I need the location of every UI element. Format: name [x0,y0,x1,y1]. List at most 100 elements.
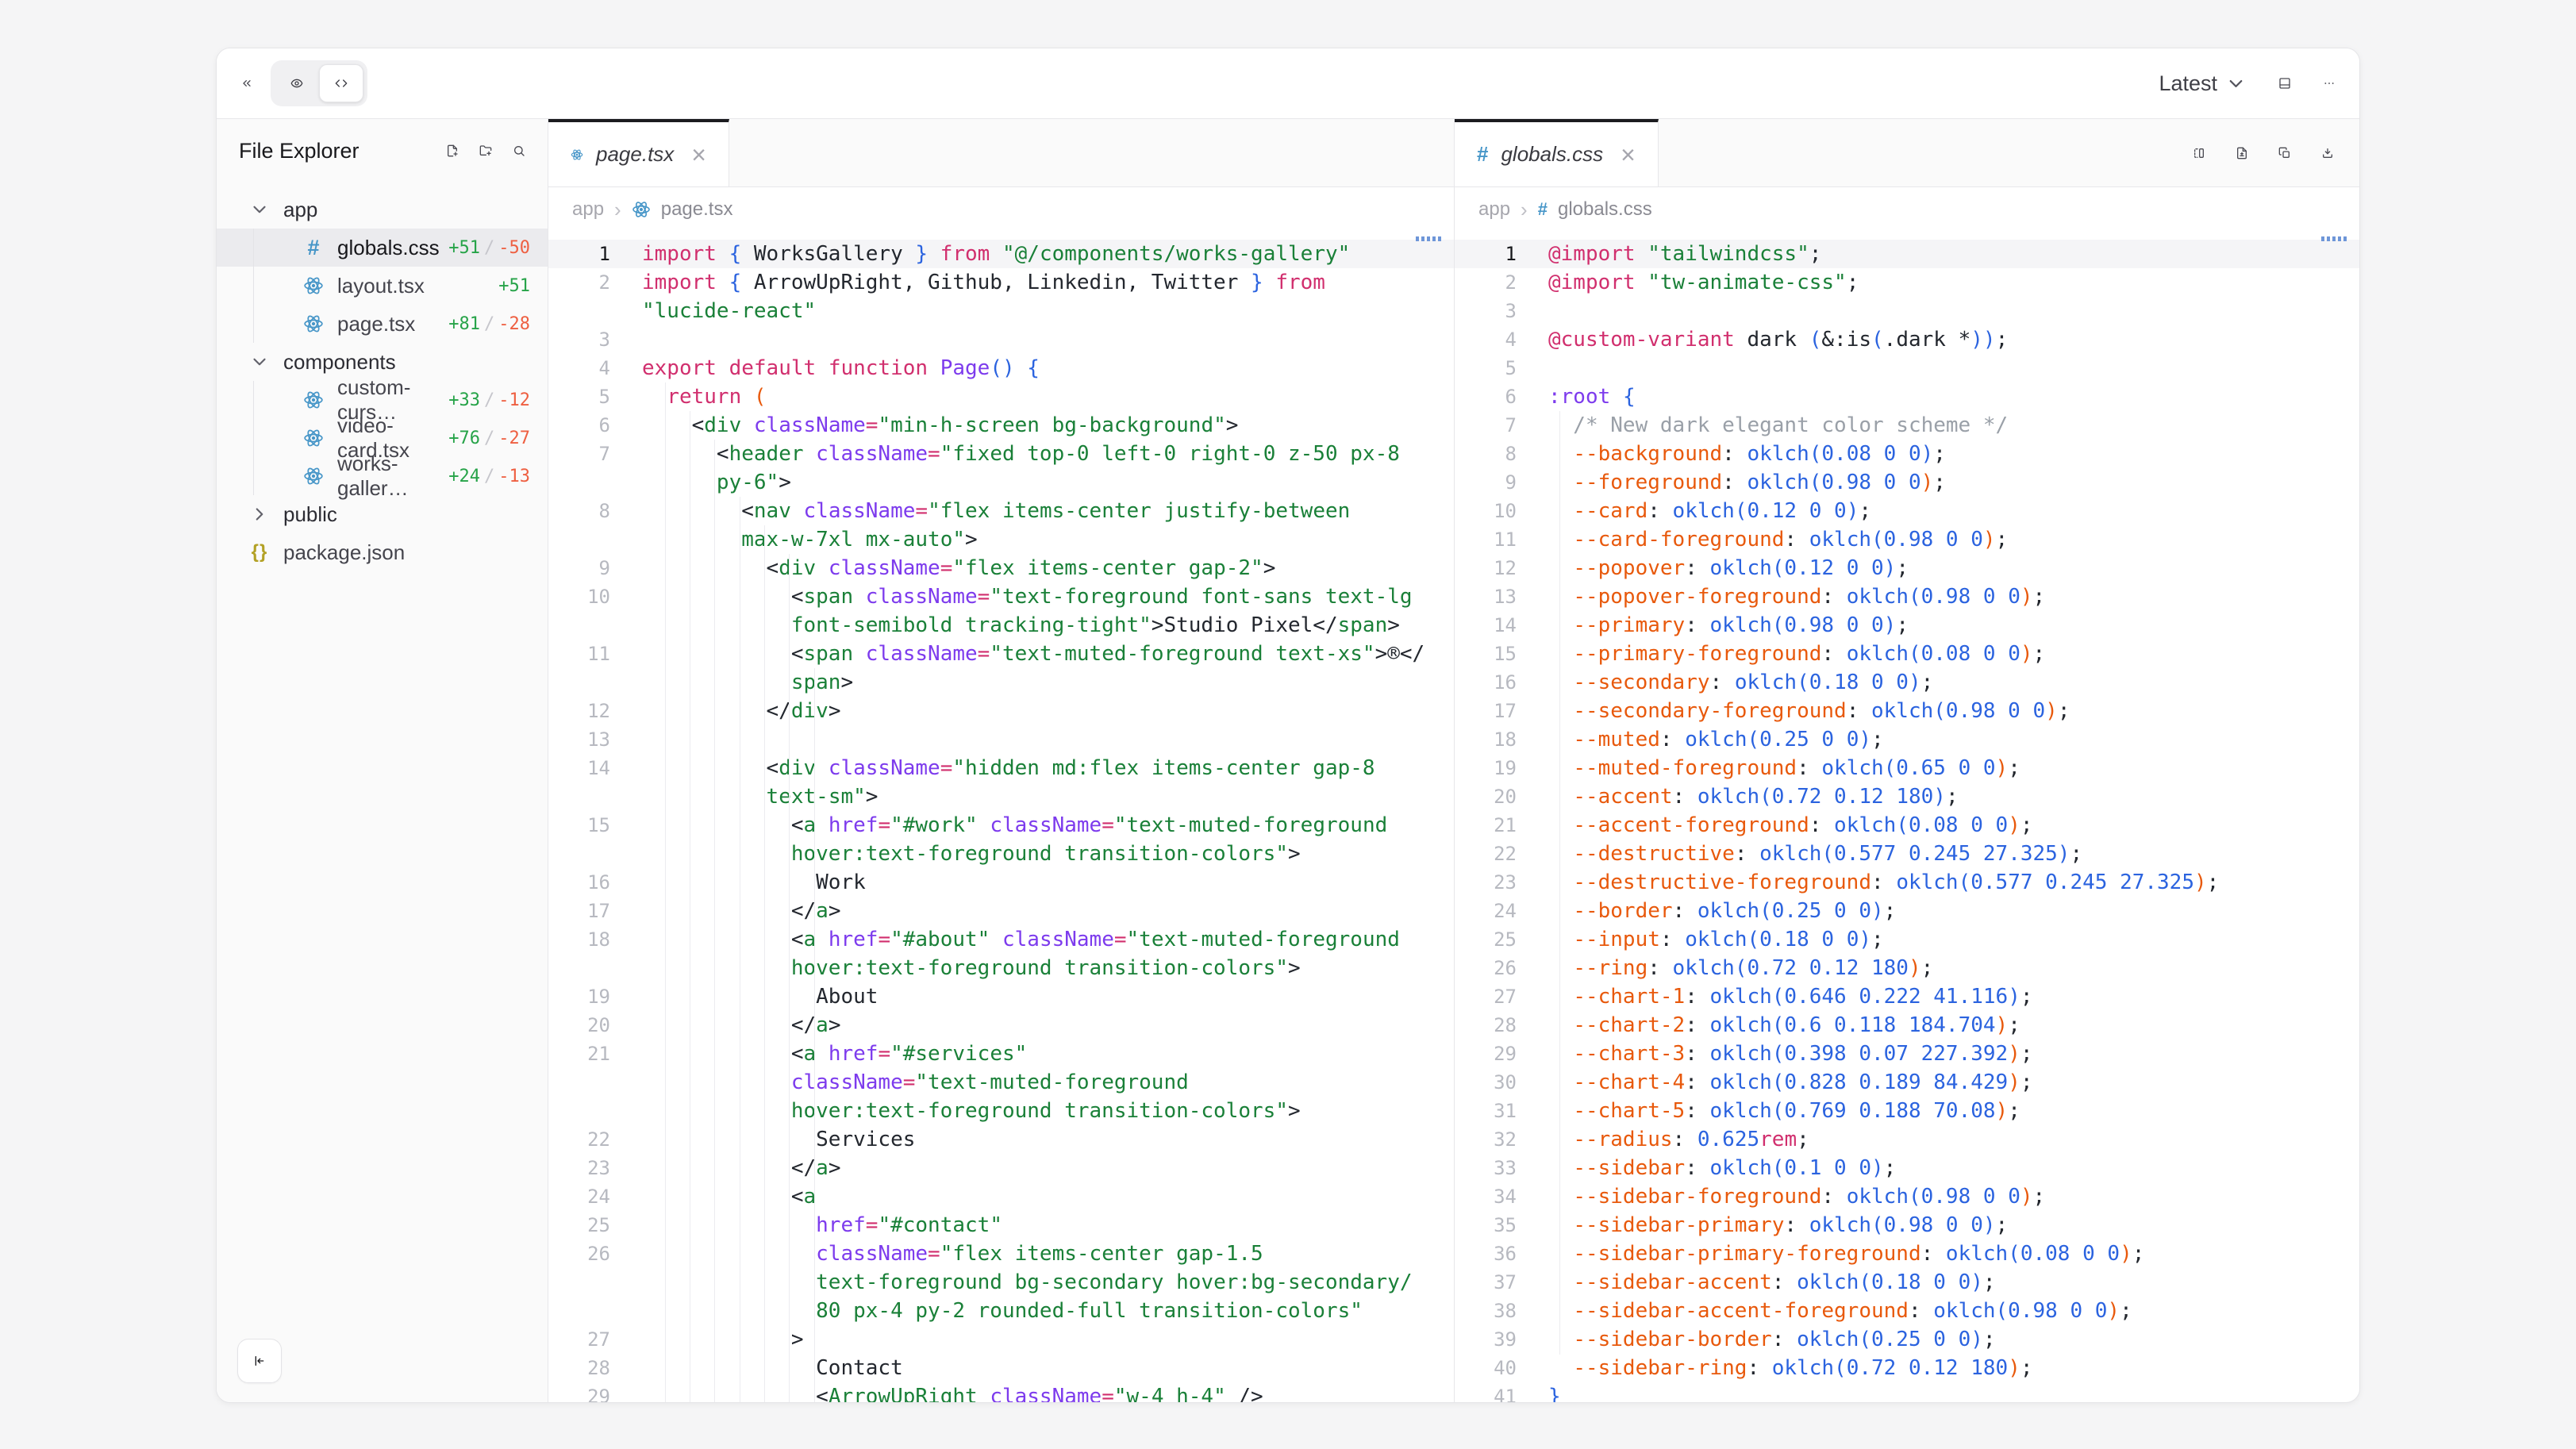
chevrons-left-icon[interactable] [240,77,253,90]
code-line[interactable]: 29 --chart-3: oklch(0.398 0.07 227.392); [1455,1040,2359,1068]
code-line[interactable]: 16 --secondary: oklch(0.18 0 0); [1455,668,2359,697]
code-line[interactable]: 16 Work [548,868,1454,897]
code-line[interactable]: 37 --sidebar-accent: oklch(0.18 0 0); [1455,1268,2359,1297]
code-line[interactable]: 28 --chart-2: oklch(0.6 0.118 184.704); [1455,1011,2359,1040]
code-line[interactable]: 26 --ring: oklch(0.72 0.12 180); [1455,954,2359,982]
code-line[interactable]: 80 px-4 py-2 rounded-full transition-col… [548,1297,1454,1325]
add-file-button[interactable] [2236,147,2248,160]
code-line[interactable]: 7 <header className="fixed top-0 left-0 … [548,440,1454,468]
code-line[interactable]: 20 --accent: oklch(0.72 0.12 180); [1455,782,2359,811]
code-line[interactable]: 22 Services [548,1125,1454,1154]
code-line[interactable]: hover:text-foreground transition-colors"… [548,840,1454,868]
code-line[interactable]: 20 </a> [548,1011,1454,1040]
breadcrumb-root[interactable]: app [572,198,604,221]
code-line[interactable]: 11 <span className="text-muted-foregroun… [548,640,1454,668]
code-line[interactable]: 19 --muted-foreground: oklch(0.65 0 0); [1455,754,2359,782]
code-line[interactable]: 18 --muted: oklch(0.25 0 0); [1455,725,2359,754]
code-line[interactable]: span> [548,668,1454,697]
collapse-sidebar-button[interactable] [237,1339,282,1383]
code-line[interactable]: 1@import "tailwindcss"; [1455,240,2359,268]
code-line[interactable]: 10 <span className="text-foreground font… [548,582,1454,611]
code-line[interactable]: 4@custom-variant dark (&:is(.dark *)); [1455,325,2359,354]
code-line[interactable]: 25 --input: oklch(0.18 0 0); [1455,925,2359,954]
tab-page-tsx[interactable]: page.tsx × [548,119,729,186]
code-line[interactable]: 17 </a> [548,897,1454,925]
code-line[interactable]: py-6"> [548,468,1454,497]
code-line[interactable]: 14 <div className="hidden md:flex items-… [548,754,1454,782]
version-dropdown[interactable]: Latest [2159,71,2247,96]
code-line[interactable]: hover:text-foreground transition-colors"… [548,1097,1454,1125]
code-line[interactable]: 22 --destructive: oklch(0.577 0.245 27.3… [1455,840,2359,868]
code-line[interactable]: 10 --card: oklch(0.12 0 0); [1455,497,2359,525]
search-files-button[interactable] [513,144,525,157]
breadcrumb-file[interactable]: page.tsx [661,198,733,221]
code-line[interactable]: 24 --border: oklch(0.25 0 0); [1455,897,2359,925]
code-line[interactable]: 2@import "tw-animate-css"; [1455,268,2359,297]
breadcrumb-file[interactable]: globals.css [1558,198,1652,221]
tree-folder-public[interactable]: public [217,495,548,533]
code-line[interactable]: 8 <nav className="flex items-center just… [548,497,1454,525]
code-line[interactable]: 29 <ArrowUpRight className="w-4 h-4" /> [548,1382,1454,1402]
code-line[interactable]: 1import { WorksGallery } from "@/compone… [548,240,1454,268]
code-line[interactable]: 36 --sidebar-primary-foreground: oklch(0… [1455,1240,2359,1268]
code-line[interactable]: 32 --radius: 0.625rem; [1455,1125,2359,1154]
code-line[interactable]: 9 --foreground: oklch(0.98 0 0); [1455,468,2359,497]
code-line[interactable]: 17 --secondary-foreground: oklch(0.98 0 … [1455,697,2359,725]
code-line[interactable]: 3 [548,325,1454,354]
code-line[interactable]: 31 --chart-5: oklch(0.769 0.188 70.08); [1455,1097,2359,1125]
code-line[interactable]: 23 --destructive-foreground: oklch(0.577… [1455,868,2359,897]
code-line[interactable]: className="text-muted-foreground [548,1068,1454,1097]
tree-file-globals.css[interactable]: #globals.css+51/-50 [217,229,548,267]
code-line[interactable]: 27 --chart-1: oklch(0.646 0.222 41.116); [1455,982,2359,1011]
code-toggle-button[interactable] [319,64,363,102]
tree-folder-app[interactable]: app [217,190,548,229]
code-line[interactable]: text-sm"> [548,782,1454,811]
code-line[interactable]: 28 Contact [548,1354,1454,1382]
code-line[interactable]: 6:root { [1455,382,2359,411]
close-tab-button[interactable]: × [1621,142,1636,167]
code-line[interactable]: 9 <div className="flex items-center gap-… [548,554,1454,582]
preview-toggle-button[interactable] [275,64,319,102]
download-button[interactable] [2321,147,2334,160]
code-line[interactable]: 13 --popover-foreground: oklch(0.98 0 0)… [1455,582,2359,611]
code-line[interactable]: 5 return ( [548,382,1454,411]
code-line[interactable]: 2import { ArrowUpRight, Github, Linkedin… [548,268,1454,297]
code-line[interactable]: 30 --chart-4: oklch(0.828 0.189 84.429); [1455,1068,2359,1097]
code-line[interactable]: 27 > [548,1325,1454,1354]
code-line[interactable]: 5 [1455,354,2359,382]
code-line[interactable]: 40 --sidebar-ring: oklch(0.72 0.12 180); [1455,1354,2359,1382]
code-line[interactable]: 24 <a [548,1182,1454,1211]
code-line[interactable]: 13 [548,725,1454,754]
code-line[interactable]: 14 --primary: oklch(0.98 0 0); [1455,611,2359,640]
code-line[interactable]: 23 </a> [548,1154,1454,1182]
copy-code-button[interactable] [2278,147,2291,160]
panel-bottom-button[interactable] [2278,77,2291,90]
breadcrumb-root[interactable]: app [1478,198,1510,221]
code-line[interactable]: 4export default function Page() { [548,354,1454,382]
code-line[interactable]: "lucide-react" [548,297,1454,325]
code-line[interactable]: 35 --sidebar-primary: oklch(0.98 0 0); [1455,1211,2359,1240]
code-line[interactable]: 12 </div> [548,697,1454,725]
code-line[interactable]: 26 className="flex items-center gap-1.5 [548,1240,1454,1268]
split-editor-button[interactable] [2193,147,2205,160]
code-line[interactable]: 15 <a href="#work" className="text-muted… [548,811,1454,840]
new-file-button[interactable] [446,144,459,157]
tree-file-layout.tsx[interactable]: layout.tsx+51 [217,267,548,305]
code-line[interactable]: 39 --sidebar-border: oklch(0.25 0 0); [1455,1325,2359,1354]
code-line[interactable]: 11 --card-foreground: oklch(0.98 0 0); [1455,525,2359,554]
code-line[interactable]: 34 --sidebar-foreground: oklch(0.98 0 0)… [1455,1182,2359,1211]
code-line[interactable]: 12 --popover: oklch(0.12 0 0); [1455,554,2359,582]
code-line[interactable]: 25 href="#contact" [548,1211,1454,1240]
code-editor-page-tsx[interactable]: 1import { WorksGallery } from "@/compone… [548,232,1454,1402]
tree-file-page.tsx[interactable]: page.tsx+81/-28 [217,305,548,343]
new-folder-button[interactable] [479,144,492,157]
code-line[interactable]: 41} [1455,1382,2359,1402]
tree-file-works-galler-[interactable]: works-galler…+24/-13 [217,457,548,495]
code-line[interactable]: 21 --accent-foreground: oklch(0.08 0 0); [1455,811,2359,840]
more-options-button[interactable] [2323,77,2336,90]
code-line[interactable]: 19 About [548,982,1454,1011]
code-line[interactable]: 15 --primary-foreground: oklch(0.08 0 0)… [1455,640,2359,668]
code-line[interactable]: 38 --sidebar-accent-foreground: oklch(0.… [1455,1297,2359,1325]
close-tab-button[interactable]: × [691,142,706,167]
tree-file-package.json[interactable]: {}package.json [217,533,548,571]
